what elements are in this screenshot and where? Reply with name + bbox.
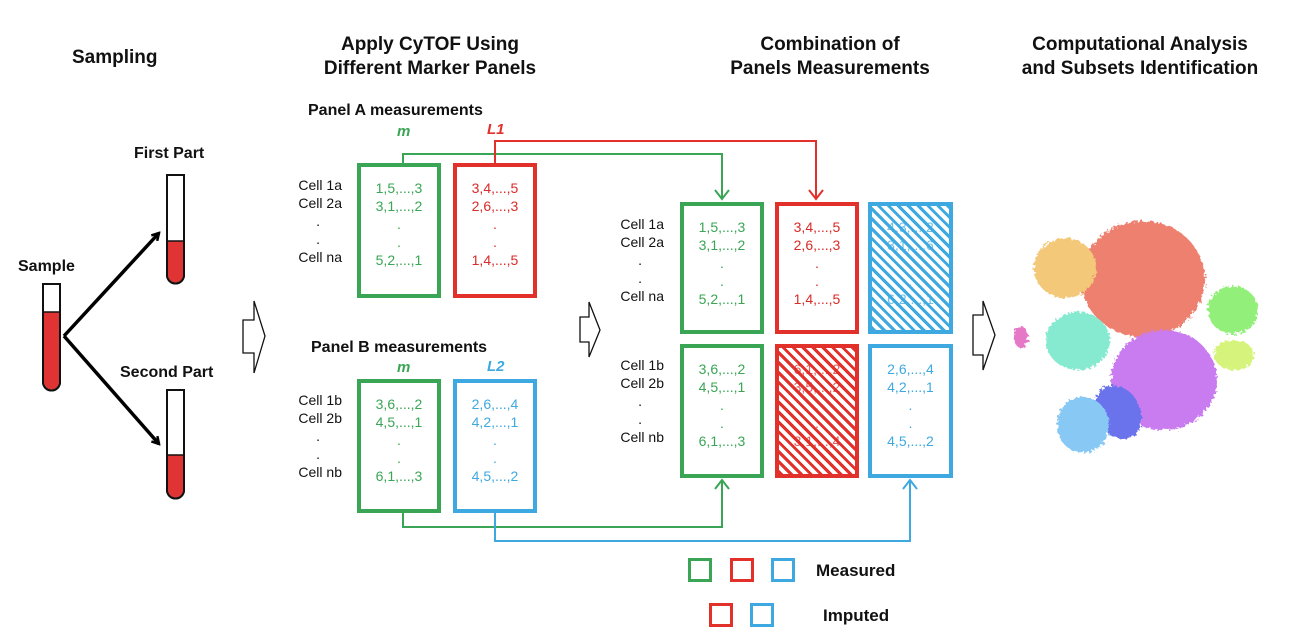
cluster-orange <box>1034 238 1096 298</box>
cluster-lime <box>1214 340 1254 370</box>
cluster-mint <box>1046 312 1110 370</box>
cluster-salmon <box>1081 221 1205 337</box>
cluster-plot <box>1014 221 1258 453</box>
cluster-green <box>1208 286 1258 334</box>
cluster-magenta <box>1014 326 1028 348</box>
cluster-sky <box>1057 397 1109 453</box>
